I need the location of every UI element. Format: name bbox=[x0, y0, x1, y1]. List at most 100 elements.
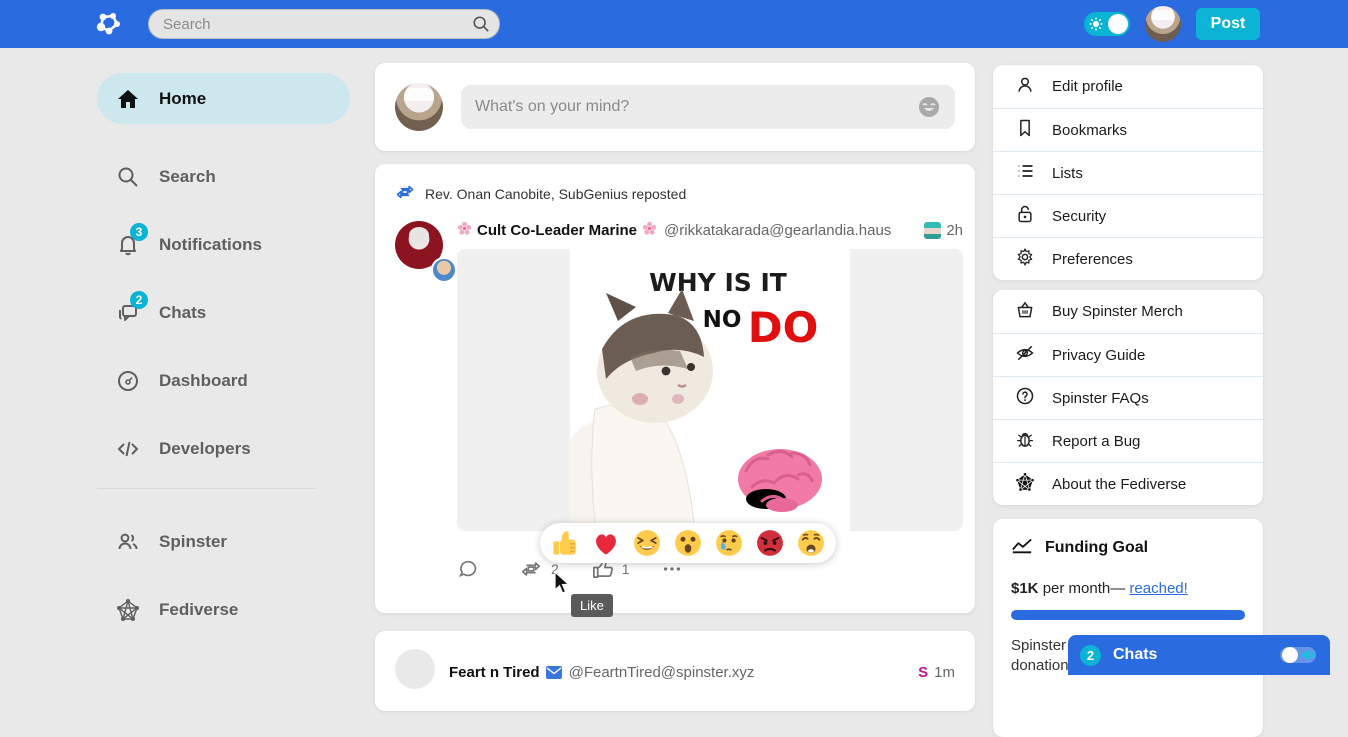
spinster-logo-icon[interactable] bbox=[95, 10, 123, 38]
comment-button[interactable] bbox=[457, 558, 479, 580]
home-icon bbox=[115, 86, 141, 112]
sidebar-item-developers[interactable]: Developers bbox=[97, 434, 350, 464]
feed-column: What's on your mind? Rev. Onan Canobite,… bbox=[375, 63, 975, 711]
menu-label: Spinster FAQs bbox=[1052, 390, 1149, 407]
menu-item-security[interactable]: Security bbox=[993, 194, 1263, 237]
menu-label: Lists bbox=[1052, 165, 1083, 182]
funding-line: $1K per month— reached! bbox=[1011, 580, 1245, 597]
chats-badge: 2 bbox=[130, 291, 148, 309]
menu-label: About the Fediverse bbox=[1052, 476, 1186, 493]
reaction-laughing[interactable] bbox=[632, 528, 662, 558]
eye-off-icon bbox=[1015, 343, 1035, 367]
bell-icon: 3 bbox=[115, 232, 141, 258]
sidebar-item-fediverse[interactable]: Fediverse bbox=[97, 595, 350, 625]
composer-avatar[interactable] bbox=[395, 83, 443, 131]
reaction-crying[interactable] bbox=[714, 528, 744, 558]
author-handle[interactable]: @rikkatakarada@gearlandia.haus bbox=[664, 222, 891, 239]
fediverse-icon bbox=[115, 597, 141, 623]
author-name[interactable]: Cult Co-Leader Marine bbox=[477, 222, 637, 239]
image-letterbox-right bbox=[850, 249, 963, 531]
next-author-name[interactable]: Feart n Tired bbox=[449, 664, 540, 681]
composer-placeholder: What's on your mind? bbox=[475, 98, 629, 116]
reaction-weary[interactable] bbox=[796, 528, 826, 558]
list-icon bbox=[1015, 161, 1035, 185]
author-avatar[interactable] bbox=[395, 221, 443, 269]
notifications-badge: 3 bbox=[130, 223, 148, 241]
speaker-mute-toggle[interactable] bbox=[1280, 645, 1318, 665]
menu-item-report-bug[interactable]: Report a Bug bbox=[993, 419, 1263, 462]
menu-label: Report a Bug bbox=[1052, 433, 1140, 450]
svg-text:NO: NO bbox=[703, 307, 742, 333]
bookmark-icon bbox=[1015, 118, 1035, 142]
sidebar-item-dashboard[interactable]: Dashboard bbox=[97, 366, 350, 396]
post-card: Rev. Onan Canobite, SubGenius reposted C… bbox=[375, 164, 975, 613]
repost-icon bbox=[395, 182, 415, 205]
sidebar-item-notifications[interactable]: 3 Notifications bbox=[97, 230, 350, 260]
sidebar-item-home[interactable]: Home bbox=[97, 73, 350, 124]
sidebar-label: Search bbox=[159, 167, 216, 187]
menu-item-bookmarks[interactable]: Bookmarks bbox=[993, 108, 1263, 151]
code-icon bbox=[115, 436, 141, 462]
menu-label: Privacy Guide bbox=[1052, 347, 1145, 364]
menu-item-merch[interactable]: Buy Spinster Merch bbox=[993, 290, 1263, 333]
toggle-knob bbox=[1108, 14, 1128, 34]
funding-period: per month bbox=[1039, 580, 1111, 597]
next-post-avatar[interactable] bbox=[395, 649, 435, 689]
light-mode-toggle[interactable] bbox=[1084, 12, 1130, 36]
funding-title: Funding Goal bbox=[1045, 539, 1148, 557]
menu-item-faqs[interactable]: Spinster FAQs bbox=[993, 376, 1263, 419]
sidebar-item-spinster[interactable]: Spinster bbox=[97, 527, 350, 557]
reaction-surprised[interactable] bbox=[673, 528, 703, 558]
menu-item-about-fediverse[interactable]: About the Fediverse bbox=[993, 462, 1263, 505]
sidebar-label: Chats bbox=[159, 303, 206, 323]
reaction-thumbs-up[interactable] bbox=[550, 528, 580, 558]
post-time[interactable]: 2h bbox=[946, 222, 963, 239]
search-input[interactable] bbox=[148, 9, 500, 39]
reaction-angry[interactable] bbox=[755, 528, 785, 558]
envelope-emoji-icon bbox=[546, 666, 562, 679]
menu-item-preferences[interactable]: Preferences bbox=[993, 237, 1263, 280]
bug-icon bbox=[1015, 429, 1035, 453]
search-icon[interactable] bbox=[472, 15, 490, 38]
laughing-emoji-icon[interactable] bbox=[917, 95, 941, 119]
sidebar-divider bbox=[97, 488, 315, 489]
funding-reached-link[interactable]: reached! bbox=[1129, 580, 1187, 597]
menu-item-edit-profile[interactable]: Edit profile bbox=[993, 65, 1263, 108]
sidebar-label: Developers bbox=[159, 439, 251, 459]
reaction-heart[interactable] bbox=[591, 528, 621, 558]
svg-text:WHY IS IT: WHY IS IT bbox=[649, 268, 787, 297]
chat-bubbles-icon: 2 bbox=[115, 300, 141, 326]
repost-text[interactable]: Rev. Onan Canobite, SubGenius reposted bbox=[425, 186, 686, 202]
sun-icon bbox=[1089, 17, 1103, 36]
menu-label: Buy Spinster Merch bbox=[1052, 303, 1183, 320]
next-post-name-row: Feart n Tired @FeartnTired@spinster.xyz … bbox=[449, 651, 955, 693]
chats-panel-bar[interactable]: 2 Chats bbox=[1068, 635, 1330, 675]
repost-row: Rev. Onan Canobite, SubGenius reposted bbox=[395, 182, 955, 205]
svg-text:DO: DO bbox=[748, 303, 819, 352]
chats-count-badge: 2 bbox=[1080, 645, 1101, 666]
profile-avatar[interactable] bbox=[1145, 6, 1181, 42]
sidebar-item-chats[interactable]: 2 Chats bbox=[97, 298, 350, 328]
miku-emoji-icon bbox=[924, 222, 941, 239]
reaction-picker bbox=[540, 523, 836, 563]
funding-amount: $1K bbox=[1011, 580, 1039, 597]
cherry-blossom-icon bbox=[642, 221, 657, 240]
menu-item-lists[interactable]: Lists bbox=[993, 151, 1263, 194]
next-author-handle[interactable]: @FeartnTired@spinster.xyz bbox=[569, 664, 755, 681]
next-post-time[interactable]: 1m bbox=[934, 664, 955, 681]
account-menu-card: Edit profile Bookmarks Lists Security Pr… bbox=[993, 65, 1263, 280]
sidebar-item-search[interactable]: Search bbox=[97, 162, 350, 192]
cat-brain-meme-image: WHY IS IT NO DO bbox=[570, 249, 850, 531]
menu-label: Edit profile bbox=[1052, 78, 1123, 95]
sidebar-label: Dashboard bbox=[159, 371, 248, 391]
image-letterbox-left bbox=[457, 249, 570, 531]
menu-item-privacy-guide[interactable]: Privacy Guide bbox=[993, 333, 1263, 376]
search-icon bbox=[115, 164, 141, 190]
people-icon bbox=[115, 529, 141, 555]
menu-label: Preferences bbox=[1052, 251, 1133, 268]
reposter-avatar[interactable] bbox=[431, 257, 457, 283]
post-image[interactable]: WHY IS IT NO DO bbox=[457, 249, 963, 531]
like-tooltip: Like bbox=[571, 594, 613, 617]
composer-input[interactable]: What's on your mind? bbox=[461, 85, 955, 129]
post-button[interactable]: Post bbox=[1196, 8, 1260, 40]
